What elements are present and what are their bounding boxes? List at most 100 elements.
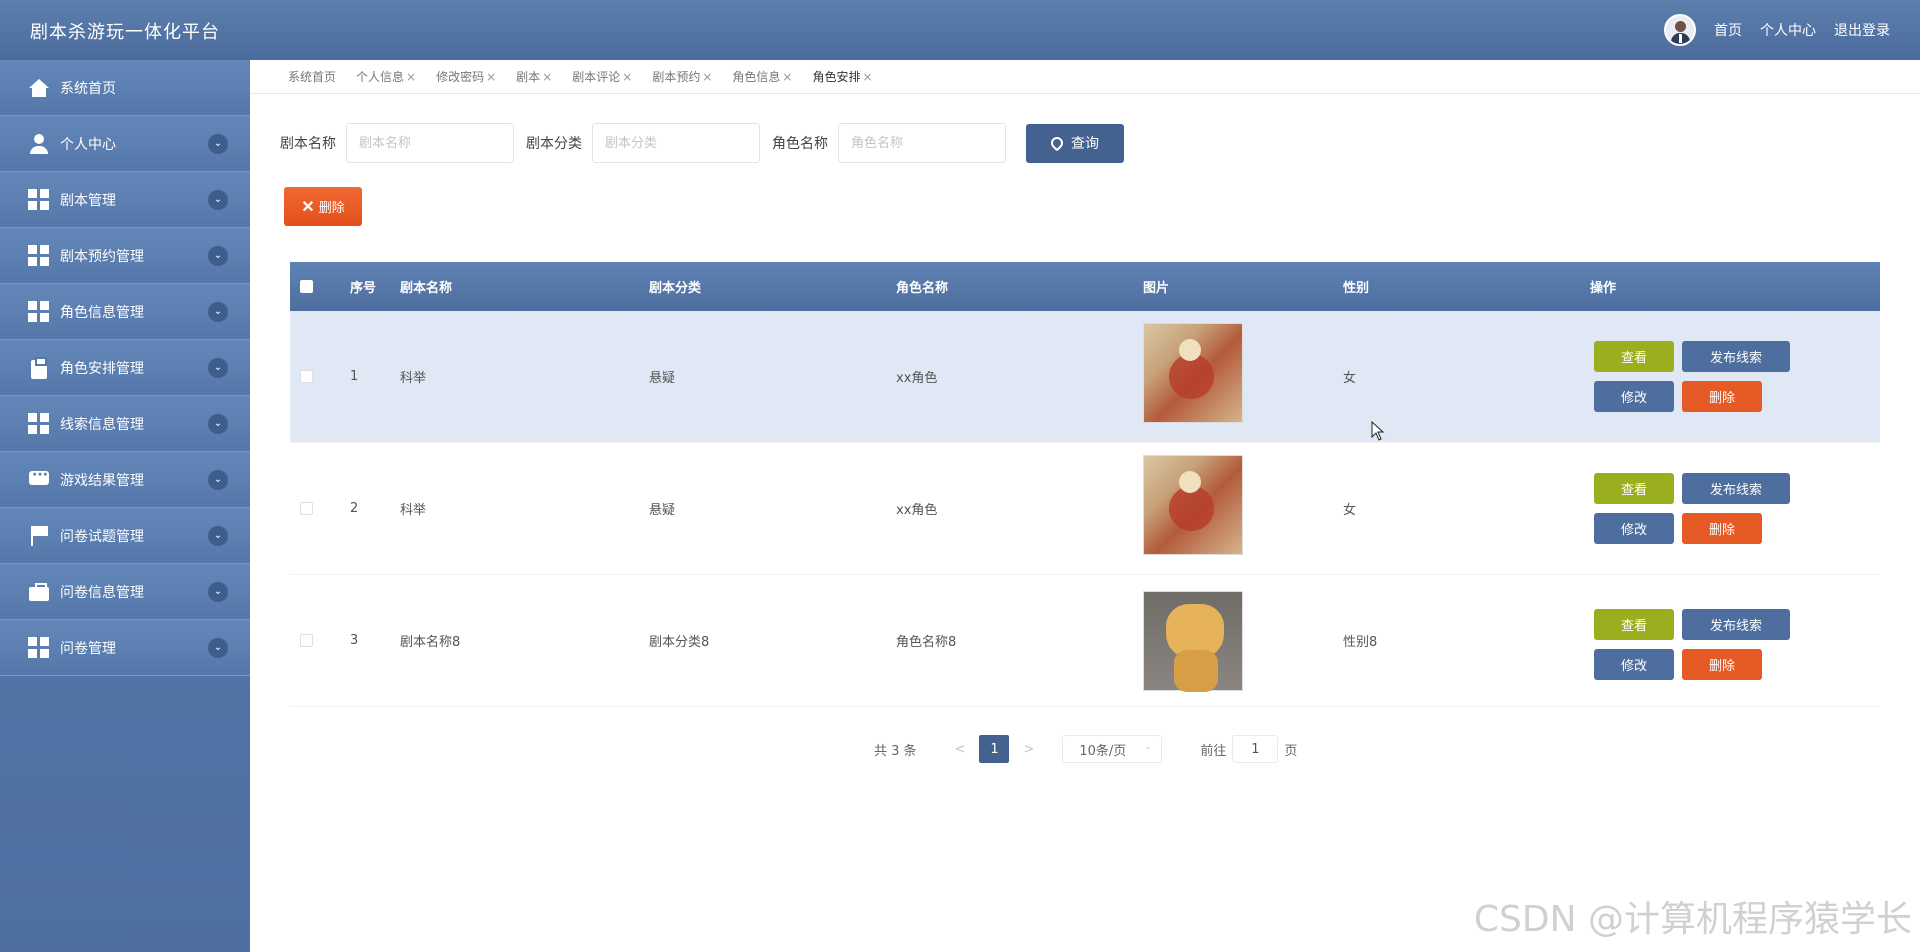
grid-icon bbox=[28, 188, 50, 211]
query-button[interactable]: 查询 bbox=[1026, 123, 1124, 163]
row-checkbox[interactable] bbox=[300, 634, 313, 647]
goto-label: 前往 bbox=[1200, 743, 1227, 759]
sidebar-item-question[interactable]: 问卷试题管理 ⌄ bbox=[0, 508, 250, 564]
grid-icon bbox=[28, 300, 50, 323]
row-checkbox[interactable] bbox=[300, 370, 313, 383]
script-category: 悬疑 bbox=[649, 371, 676, 386]
profile-link[interactable]: 个人中心 bbox=[1760, 20, 1816, 40]
column-header: 序号 bbox=[350, 281, 377, 296]
role-name-input[interactable] bbox=[838, 123, 1006, 163]
table-row[interactable]: 3 剧本名称8 剧本分类8 角色名称8 性别8 查看 发布线索 修改 删除 bbox=[290, 575, 1880, 707]
sidebar-item-survey[interactable]: 问卷管理 ⌄ bbox=[0, 620, 250, 676]
sidebar-item-home[interactable]: 系统首页 bbox=[0, 60, 250, 116]
publish-clue-button[interactable]: 发布线索 bbox=[1682, 473, 1790, 504]
goto-page-input[interactable] bbox=[1232, 735, 1279, 763]
logout-link[interactable]: 退出登录 bbox=[1834, 20, 1890, 40]
column-header: 性别 bbox=[1343, 281, 1370, 296]
select-all-checkbox[interactable] bbox=[300, 280, 313, 293]
page-number-current[interactable]: 1 bbox=[979, 735, 1010, 763]
tab-script-booking[interactable]: 剧本预约 × bbox=[652, 68, 712, 85]
tab-script-comment[interactable]: 剧本评论 × bbox=[572, 68, 632, 85]
tab-personal-info[interactable]: 个人信息 × bbox=[356, 68, 416, 85]
sidebar: 系统首页 个人中心 ⌄ 剧本管理 ⌄ 剧本预约管理 ⌄ 角色信息管理 ⌄ 角色安… bbox=[0, 60, 250, 952]
chevron-down-icon[interactable]: ⌄ bbox=[208, 526, 228, 546]
role-image[interactable] bbox=[1143, 323, 1243, 423]
page-size-select[interactable]: 10条/页 ⌄ bbox=[1062, 735, 1163, 763]
publish-clue-button[interactable]: 发布线索 bbox=[1682, 341, 1790, 372]
sidebar-item-result[interactable]: 游戏结果管理 ⌄ bbox=[0, 452, 250, 508]
chevron-down-icon[interactable]: ⌄ bbox=[208, 582, 228, 602]
row-number: 1 bbox=[350, 369, 359, 384]
script-category: 剧本分类8 bbox=[649, 635, 710, 650]
home-link[interactable]: 首页 bbox=[1714, 20, 1742, 40]
close-icon[interactable]: × bbox=[486, 70, 496, 84]
close-icon[interactable]: × bbox=[702, 70, 712, 84]
tab-bar: 系统首页 个人信息 × 修改密码 × 剧本 × 剧本评论 × 剧本预约 × 角色信息 × 角… bbox=[250, 60, 1920, 94]
chevron-down-icon[interactable]: ⌄ bbox=[208, 302, 228, 322]
prev-page-icon[interactable]: < bbox=[955, 742, 966, 757]
sidebar-item-survey-info[interactable]: 问卷信息管理 ⌄ bbox=[0, 564, 250, 620]
chevron-down-icon[interactable]: ⌄ bbox=[208, 470, 228, 490]
tab-change-password[interactable]: 修改密码 × bbox=[436, 68, 496, 85]
sidebar-item-script[interactable]: 剧本管理 ⌄ bbox=[0, 172, 250, 228]
row-number: 2 bbox=[350, 501, 359, 516]
chat-icon bbox=[28, 467, 50, 491]
next-page-icon[interactable]: > bbox=[1023, 742, 1034, 757]
table-row[interactable]: 1 科举 悬疑 xx角色 女 查看 发布线索 修改 删除 bbox=[290, 311, 1880, 443]
tab-script[interactable]: 剧本 × bbox=[516, 68, 552, 85]
sidebar-item-label: 系统首页 bbox=[60, 80, 116, 97]
sidebar-item-booking[interactable]: 剧本预约管理 ⌄ bbox=[0, 228, 250, 284]
chevron-down-icon[interactable]: ⌄ bbox=[208, 638, 228, 658]
script-name-label: 剧本名称 bbox=[280, 136, 336, 152]
publish-clue-button[interactable]: 发布线索 bbox=[1682, 609, 1790, 640]
chevron-down-icon[interactable]: ⌄ bbox=[208, 246, 228, 266]
chevron-down-icon: ⌄ bbox=[1143, 742, 1152, 752]
heart-icon bbox=[1048, 134, 1066, 152]
view-button[interactable]: 查看 bbox=[1594, 341, 1674, 372]
tab-home[interactable]: 系统首页 bbox=[288, 68, 336, 85]
chevron-down-icon[interactable]: ⌄ bbox=[208, 134, 228, 154]
sidebar-item-label: 个人中心 bbox=[60, 136, 116, 153]
delete-button[interactable]: 删除 bbox=[1682, 381, 1762, 412]
edit-button[interactable]: 修改 bbox=[1594, 513, 1674, 544]
app-title: 剧本杀游玩一体化平台 bbox=[30, 22, 220, 43]
table-row[interactable]: 2 科举 悬疑 xx角色 女 查看 发布线索 修改 删除 bbox=[290, 443, 1880, 575]
batch-delete-button[interactable]: ✕ 删除 bbox=[284, 187, 362, 226]
delete-button[interactable]: 删除 bbox=[1682, 513, 1762, 544]
role-image[interactable] bbox=[1143, 591, 1243, 692]
tab-role-info[interactable]: 角色信息 × bbox=[732, 68, 792, 85]
grid-icon bbox=[28, 412, 50, 435]
tab-role-arrange[interactable]: 角色安排 × bbox=[812, 68, 872, 85]
close-icon[interactable]: × bbox=[863, 70, 873, 84]
column-header: 角色名称 bbox=[896, 281, 949, 296]
close-icon[interactable]: × bbox=[782, 70, 792, 84]
sidebar-item-clue[interactable]: 线索信息管理 ⌄ bbox=[0, 396, 250, 452]
row-checkbox[interactable] bbox=[300, 502, 313, 515]
delete-button[interactable]: 删除 bbox=[1682, 649, 1762, 680]
script-category-label: 剧本分类 bbox=[526, 136, 582, 152]
edit-button[interactable]: 修改 bbox=[1594, 649, 1674, 680]
script-category: 悬疑 bbox=[649, 503, 676, 518]
script-name-input[interactable] bbox=[346, 123, 514, 163]
sidebar-item-role-info[interactable]: 角色信息管理 ⌄ bbox=[0, 284, 250, 340]
close-icon[interactable]: × bbox=[622, 70, 632, 84]
avatar[interactable] bbox=[1664, 14, 1696, 46]
chevron-down-icon[interactable]: ⌄ bbox=[208, 190, 228, 210]
sidebar-item-profile[interactable]: 个人中心 ⌄ bbox=[0, 116, 250, 172]
view-button[interactable]: 查看 bbox=[1594, 609, 1674, 640]
sidebar-item-label: 角色安排管理 bbox=[60, 360, 144, 377]
script-category-input[interactable] bbox=[592, 123, 760, 163]
edit-button[interactable]: 修改 bbox=[1594, 381, 1674, 412]
role-image[interactable] bbox=[1143, 455, 1243, 555]
close-icon[interactable]: × bbox=[542, 70, 552, 84]
close-icon[interactable]: × bbox=[406, 70, 416, 84]
chevron-down-icon[interactable]: ⌄ bbox=[208, 414, 228, 434]
chevron-down-icon[interactable]: ⌄ bbox=[208, 358, 228, 378]
script-name: 科举 bbox=[400, 503, 427, 518]
sidebar-item-label: 游戏结果管理 bbox=[60, 472, 144, 489]
view-button[interactable]: 查看 bbox=[1594, 473, 1674, 504]
sidebar-item-role-arrange[interactable]: 角色安排管理 ⌄ bbox=[0, 340, 250, 396]
close-icon: ✕ bbox=[301, 198, 315, 216]
sidebar-item-label: 剧本管理 bbox=[60, 192, 116, 209]
gender: 性别8 bbox=[1343, 635, 1378, 650]
